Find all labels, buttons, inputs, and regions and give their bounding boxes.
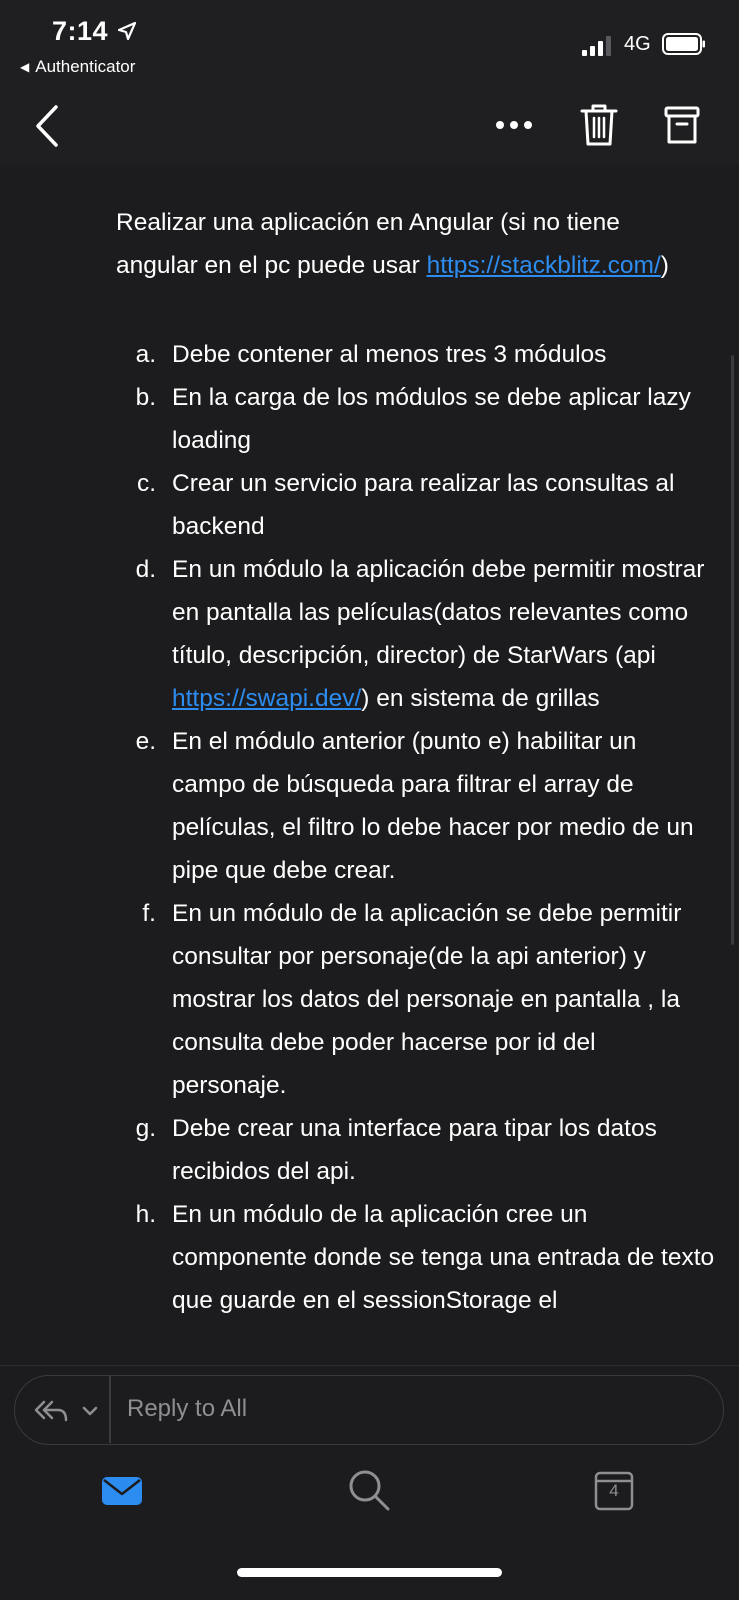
list-item: h. En un módulo de la aplicación cree un … xyxy=(116,1193,716,1322)
list-item-text: En la carga de los módulos se debe aplic… xyxy=(172,384,691,454)
list-item: d. En un módulo la aplicación debe permit… xyxy=(116,548,716,720)
scroll-indicator[interactable] xyxy=(731,355,734,945)
mail-nav-bar xyxy=(0,90,739,165)
list-item-text: Debe crear una interface para tipar los … xyxy=(172,1115,657,1185)
list-item: c. Crear un servicio para realizar las co… xyxy=(116,462,716,548)
list-item-text: En un módulo de la aplicación se debe pe… xyxy=(172,900,682,1099)
list-item-text-suffix: ) en sistema de grillas xyxy=(361,685,600,712)
location-arrow-icon xyxy=(117,21,137,41)
reply-input[interactable]: Reply to All xyxy=(127,1395,247,1423)
email-intro-paragraph: Realizar una aplicación en Angular (si n… xyxy=(116,201,706,287)
calendar-tab[interactable]: 4 xyxy=(594,1469,634,1511)
list-marker: c. xyxy=(136,470,156,497)
reply-bar: Reply to All xyxy=(0,1365,739,1445)
more-icon[interactable] xyxy=(494,110,534,140)
reply-all-icon[interactable] xyxy=(33,1398,69,1424)
list-item-text: En un módulo de la aplicación cree un co… xyxy=(172,1201,715,1314)
list-item-text: En un módulo la aplicación debe permitir… xyxy=(172,556,705,669)
swapi-link[interactable]: https://swapi.dev/ xyxy=(172,685,361,712)
list-item-text: Debe contener al menos tres 3 módulos xyxy=(172,341,607,368)
list-marker: a. xyxy=(135,341,156,368)
list-item: g. Debe crear una interface para tipar lo… xyxy=(116,1107,716,1193)
intro-suffix: ) xyxy=(660,252,669,279)
back-triangle-icon: ◀ xyxy=(20,60,30,74)
home-indicator[interactable] xyxy=(237,1568,502,1577)
stackblitz-link[interactable]: https://stackblitz.com/ xyxy=(427,252,661,279)
reply-pill[interactable]: Reply to All xyxy=(14,1375,724,1445)
chevron-down-icon[interactable] xyxy=(81,1402,99,1420)
list-marker: h. xyxy=(135,1201,156,1228)
search-icon[interactable] xyxy=(346,1467,392,1513)
back-app-label: Authenticator xyxy=(35,57,136,76)
list-item: a. Debe contener al menos tres 3 módulos xyxy=(116,333,716,376)
back-to-app-link[interactable]: ◀ Authenticator xyxy=(20,57,135,77)
list-marker: b. xyxy=(135,384,156,411)
status-time: 7:14 xyxy=(52,16,109,46)
list-marker: f. xyxy=(142,900,156,927)
chevron-left-icon[interactable] xyxy=(34,104,60,148)
network-type: 4G xyxy=(624,33,651,55)
mail-screen: 7:14 ◀ Authenticator 4G Realizar una apl… xyxy=(0,0,739,1600)
list-marker: g. xyxy=(135,1115,156,1142)
list-item: b. En la carga de los módulos se debe apl… xyxy=(116,376,716,462)
cellular-signal-icon xyxy=(582,36,611,56)
archive-icon[interactable] xyxy=(664,104,700,146)
list-item-text: Crear un servicio para realizar las cons… xyxy=(172,470,675,540)
list-marker: e. xyxy=(135,728,156,755)
list-item: f. En un módulo de la aplicación se debe … xyxy=(116,892,716,1107)
list-marker: d. xyxy=(135,556,156,583)
status-bar: 7:14 ◀ Authenticator 4G xyxy=(0,0,739,90)
list-item: e. En el módulo anterior (punto e) habili… xyxy=(116,720,716,892)
email-body[interactable]: Realizar una aplicación en Angular (si n… xyxy=(0,165,739,1365)
list-item-text: En el módulo anterior (punto e) habilita… xyxy=(172,728,694,884)
calendar-day: 4 xyxy=(609,1481,619,1500)
mail-icon[interactable] xyxy=(102,1475,142,1507)
battery-icon xyxy=(662,33,705,55)
trash-icon[interactable] xyxy=(580,102,618,148)
tab-bar: 4 xyxy=(0,1445,739,1600)
requirements-list: a. Debe contener al menos tres 3 módulos … xyxy=(116,333,716,1322)
reply-divider xyxy=(109,1376,111,1443)
